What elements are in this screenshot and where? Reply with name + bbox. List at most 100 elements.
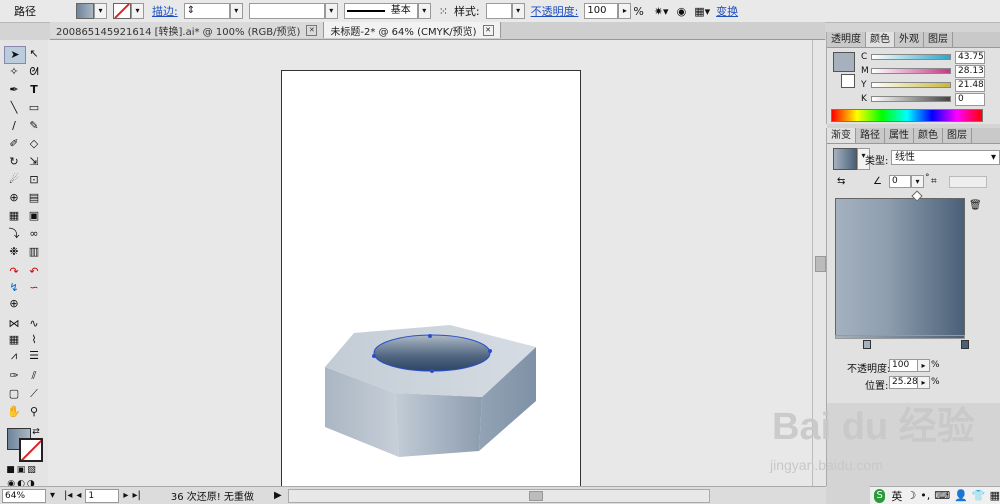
yellow-value[interactable]: 21.48 <box>955 79 985 92</box>
eraser-tool-icon[interactable]: ◇ <box>24 136 44 152</box>
canvas[interactable] <box>48 40 812 492</box>
artboard-tool-icon[interactable]: ▢ <box>4 386 24 402</box>
chevron-down-icon[interactable]: ▾ <box>324 3 338 19</box>
cyan-slider[interactable] <box>871 54 951 60</box>
chevron-right-icon[interactable]: ▸ <box>917 359 930 372</box>
wave-tool-icon[interactable]: ∿ <box>24 316 44 332</box>
user-icon[interactable]: 👤 <box>954 489 968 502</box>
black-value[interactable]: 0 <box>955 93 985 106</box>
blend-tool-icon[interactable]: ∞ <box>24 226 44 242</box>
slice-tool-icon[interactable]: ⟋ <box>24 386 44 402</box>
aspect-ratio-icon[interactable]: ⌗ <box>931 176 937 187</box>
hand-tool-icon[interactable]: ✋ <box>4 404 24 420</box>
gradient-tool-icon[interactable]: ▣ <box>24 208 44 224</box>
smooth-tool-icon[interactable]: ∽ <box>24 280 44 296</box>
tab-layers-2[interactable]: 图层 <box>943 128 972 143</box>
sogou-logo-icon[interactable]: S <box>874 488 886 503</box>
stroke-control[interactable]: ▾ <box>113 3 144 19</box>
chevron-down-icon[interactable]: ▾ <box>131 3 144 19</box>
tab-pathfinder[interactable]: 路径 <box>856 128 885 143</box>
hscroll-thumb[interactable] <box>528 490 543 501</box>
zoom-field[interactable]: 64% <box>2 489 46 503</box>
eyedropper-icon[interactable]: ✑ <box>4 368 24 384</box>
blob-brush-tool-icon[interactable]: ✐ <box>4 136 24 152</box>
arrange-icon[interactable]: ⁙ <box>439 5 448 18</box>
brush-style-input[interactable]: 基本 <box>343 3 418 19</box>
graph-tool-icon[interactable]: ▥ <box>24 244 44 260</box>
chevron-down-icon[interactable]: ▾ <box>417 3 431 19</box>
stop-position-field[interactable]: 25.28 <box>889 376 919 389</box>
chevron-down-icon[interactable]: ▾ <box>229 3 243 19</box>
zoom-tool-icon[interactable]: ⚲ <box>24 404 44 420</box>
magenta-value[interactable]: 28.13 <box>955 65 985 78</box>
swap-icon[interactable]: ⇄ <box>30 424 42 440</box>
stroke-weight-input[interactable]: ⇕ <box>183 3 230 19</box>
symbol-sprayer-tool-icon[interactable]: ❉ <box>4 244 24 260</box>
gradient-type-select[interactable]: 线性 ▾ <box>891 150 1000 165</box>
stroke-weight-field[interactable]: ⇕ ▾ <box>183 3 243 19</box>
tab-appearance[interactable]: 外观 <box>895 32 924 47</box>
close-icon[interactable]: ✕ <box>482 24 494 36</box>
nut-hole[interactable] <box>373 334 491 372</box>
hex-nut-artwork[interactable] <box>282 71 580 491</box>
zoom-dropdown-icon[interactable]: ▾ <box>50 490 60 501</box>
chevron-down-icon[interactable]: ▾ <box>911 175 924 188</box>
grid-icon[interactable]: ▦ <box>990 489 1000 502</box>
opacity-input[interactable]: 100 <box>584 3 619 19</box>
chevron-down-icon[interactable]: ▾ <box>94 3 107 19</box>
stop-opacity-field[interactable]: 100 <box>889 359 919 372</box>
lasso-select-tool-icon[interactable]: ⌇ <box>24 332 44 348</box>
fill-swatch[interactable] <box>833 52 855 72</box>
gradient-preview[interactable] <box>835 198 965 336</box>
crosshair-tool-icon[interactable]: ⊕ <box>4 296 24 312</box>
artboard[interactable] <box>281 70 581 492</box>
yellow-slider[interactable] <box>871 82 951 88</box>
lasso-tool-icon[interactable]: ᘛ <box>24 64 44 80</box>
globe-icon[interactable]: ◉ <box>677 5 687 18</box>
curve-tool-icon[interactable]: ↶ <box>24 264 44 280</box>
stroke-link[interactable]: 描边: <box>152 3 178 19</box>
direct-selection-tool-icon[interactable]: ↖ <box>24 46 44 62</box>
magic-wand-tool-icon[interactable]: ✧ <box>4 64 24 80</box>
warp-tool-icon[interactable]: ☄ <box>4 172 24 188</box>
eyedropper-tool-icon[interactable]: ⤵ <box>4 226 24 242</box>
next-page-icon[interactable]: ▸ <box>123 490 128 501</box>
scale-tool-icon[interactable]: ⇲ <box>24 154 44 170</box>
recolor-icon[interactable]: ✷▾ <box>654 5 669 18</box>
pencil-tool-icon[interactable]: ✎ <box>24 118 44 134</box>
horizontal-scrollbar[interactable] <box>287 488 710 503</box>
tab-document-2[interactable]: 未标题-2* @ 64% (CMYK/预览) ✕ <box>324 22 501 38</box>
page-field[interactable]: 1 <box>85 488 120 503</box>
free-transform-tool-icon[interactable]: ⊡ <box>24 172 44 188</box>
style-swatch[interactable] <box>485 3 512 19</box>
perspective-grid-tool-icon[interactable]: ▤ <box>24 190 44 206</box>
ime-language[interactable]: 英 <box>891 488 902 504</box>
envelope-tool-icon[interactable]: ⋈ <box>4 316 24 332</box>
moon-icon[interactable]: ☽ <box>906 489 916 502</box>
opacity-link[interactable]: 不透明度: <box>531 3 579 19</box>
tab-document-1[interactable]: 200865145921614 [转换].ai* @ 100% (RGB/预览)… <box>50 22 325 38</box>
selection-tool-icon[interactable]: ➤ <box>4 46 26 64</box>
stroke-color-icon[interactable] <box>19 438 43 462</box>
rectangle-tool-icon[interactable]: ▭ <box>24 100 44 116</box>
tab-layers[interactable]: 图层 <box>924 32 953 47</box>
keyboard-icon[interactable]: ⌨ <box>934 489 950 502</box>
shirt-icon[interactable]: 👕 <box>972 489 986 502</box>
trash-icon[interactable]: 🗑 <box>969 200 982 211</box>
tab-gradient[interactable]: 渐变 <box>827 128 856 143</box>
transform-link[interactable]: 变换 <box>716 3 738 19</box>
last-page-icon[interactable]: ▸| <box>132 490 140 501</box>
color-spectrum[interactable] <box>831 109 983 122</box>
brush-style-select[interactable]: 基本 ▾ <box>343 3 431 19</box>
chevron-right-icon[interactable]: ▸ <box>618 3 632 19</box>
cyan-value[interactable]: 43.75 <box>955 51 985 64</box>
status-menu-icon[interactable]: ▶ <box>274 490 282 501</box>
color-stop-end[interactable] <box>961 340 969 349</box>
black-slider[interactable] <box>871 96 951 102</box>
style-select[interactable]: ▾ <box>485 3 525 19</box>
tab-color-2[interactable]: 颜色 <box>914 128 943 143</box>
aspect-ratio-field[interactable] <box>949 176 987 188</box>
align-icon[interactable]: ▦▾ <box>694 5 710 18</box>
variable-width-input[interactable] <box>248 3 325 19</box>
reverse-gradient-icon[interactable]: ⇆ <box>837 176 845 187</box>
